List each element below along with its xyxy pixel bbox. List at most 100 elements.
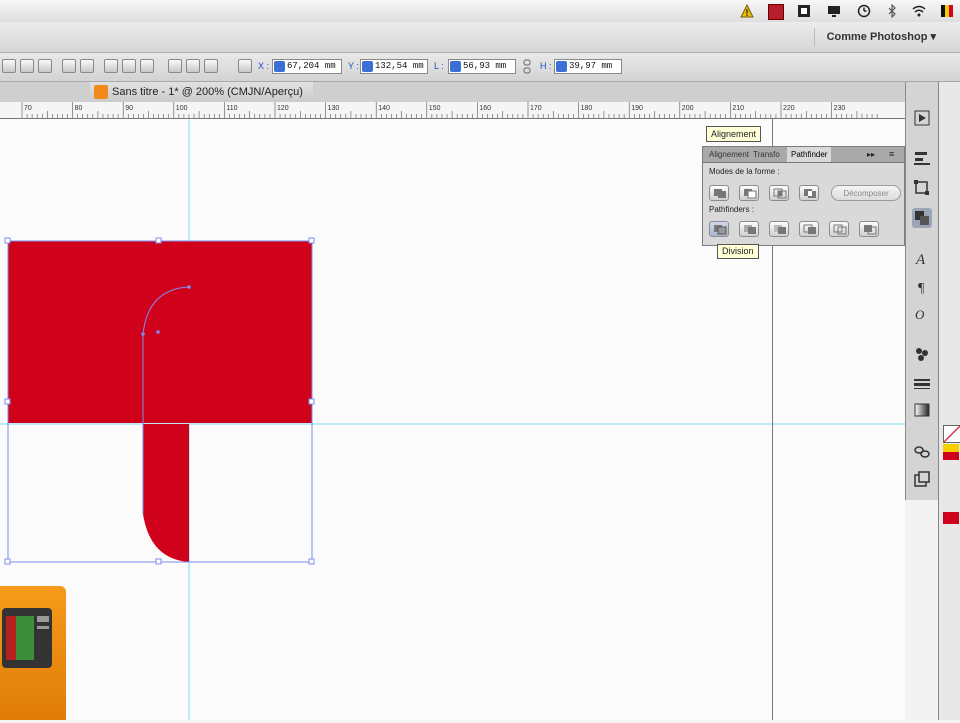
- height-value: 39,97 mm: [569, 61, 613, 71]
- flag-icon[interactable]: [940, 4, 954, 18]
- y-field[interactable]: 132,54 mm: [360, 59, 428, 74]
- unite-button[interactable]: [709, 185, 729, 201]
- svg-text:A: A: [915, 252, 926, 268]
- minus-back-button[interactable]: [859, 221, 879, 237]
- width-value: 56,93 mm: [463, 61, 507, 71]
- ruler-tick-label: 230: [834, 105, 846, 112]
- ruler-tick-label: 70: [24, 105, 32, 112]
- pathfinder-panel: Alignement Transfo Pathfinder ▸▸ ≡ Modes…: [702, 146, 905, 246]
- anchor-point[interactable]: [156, 330, 160, 334]
- channel-logo: [0, 586, 66, 720]
- ruler-tick-label: 150: [429, 105, 441, 112]
- width-field[interactable]: 56,93 mm: [448, 59, 516, 74]
- distribute-middle-button[interactable]: [140, 59, 154, 73]
- artboards-panel-icon[interactable]: [912, 470, 932, 490]
- document-tab-bar: Sans titre - 1* @ 200% (CMJN/Aperçu): [0, 82, 905, 103]
- tv-logo-icon: [2, 608, 52, 668]
- time-machine-icon[interactable]: [857, 4, 871, 18]
- character-panel-icon[interactable]: A: [912, 248, 932, 268]
- alignment-tooltip: Alignement: [706, 126, 762, 142]
- distribute-left-button[interactable]: [168, 59, 182, 73]
- red-rounded-shape[interactable]: [143, 424, 189, 562]
- constrain-proportions-icon[interactable]: [522, 59, 532, 74]
- ruler-tick-label: 160: [479, 105, 491, 112]
- ruler-tick-label: 140: [378, 105, 390, 112]
- workspace-bar: Comme Photoshop ▾: [0, 22, 960, 53]
- opentype-panel-icon[interactable]: O: [912, 304, 932, 324]
- width-stepper-icon[interactable]: [450, 61, 461, 72]
- wifi-icon[interactable]: [912, 4, 926, 18]
- x-field[interactable]: 67,204 mm: [272, 59, 342, 74]
- horizontal-ruler[interactable]: 70 80 90 100 110 120 130 140 150 160 170 180 190 200 2…: [0, 102, 905, 119]
- document-title: Sans titre - 1* @ 200% (CMJN/Aperçu): [112, 86, 303, 98]
- bluetooth-icon[interactable]: [885, 4, 899, 18]
- symbols-panel-icon[interactable]: [912, 344, 932, 364]
- control-bar: X : 67,204 mm Y : 132,54 mm L : 56,93 mm…: [0, 53, 960, 82]
- ruler-tick-label: 170: [530, 105, 542, 112]
- exclude-button[interactable]: [799, 185, 819, 201]
- panel-icons-strip: A ¶ O: [905, 82, 939, 500]
- pathfinder-panel-tabs: Alignement Transfo Pathfinder ▸▸ ≡: [703, 147, 904, 163]
- anchor-point[interactable]: [187, 285, 191, 289]
- ruler-ticks: 70 80 90 100 110 120 130 140 150 160 170 180 190 200 2…: [21, 102, 878, 118]
- tab-pathfinder[interactable]: Pathfinder: [787, 147, 832, 162]
- paragraph-panel-icon[interactable]: ¶: [912, 276, 932, 296]
- outline-button[interactable]: [829, 221, 849, 237]
- divide-button[interactable]: [709, 221, 729, 237]
- y-stepper-icon[interactable]: [362, 61, 373, 72]
- anchor-point[interactable]: [141, 332, 145, 336]
- distribute-right-button[interactable]: [204, 59, 218, 73]
- gradient-panel-icon[interactable]: [912, 400, 932, 420]
- links-panel-icon[interactable]: [912, 442, 932, 462]
- y-value: 132,54 mm: [375, 61, 424, 71]
- workspace-switcher[interactable]: Comme Photoshop ▾: [813, 28, 942, 46]
- align-top-button[interactable]: [62, 59, 76, 73]
- panel-collapse-icon[interactable]: ▸▸: [867, 150, 875, 159]
- dropbox-icon[interactable]: [797, 4, 811, 18]
- intersect-button[interactable]: [769, 185, 789, 201]
- expand-button[interactable]: Décomposer: [831, 185, 901, 201]
- height-label: H :: [540, 61, 552, 71]
- align-right-button[interactable]: [38, 59, 52, 73]
- tab-alignment[interactable]: Alignement: [705, 147, 753, 162]
- actions-icon[interactable]: [912, 108, 932, 128]
- illustrator-doc-icon: [94, 85, 108, 99]
- warning-icon[interactable]: [740, 4, 754, 18]
- align-middle-button[interactable]: [80, 59, 94, 73]
- red-swatch[interactable]: [943, 452, 959, 460]
- merge-button[interactable]: [769, 221, 789, 237]
- align-left-button[interactable]: [2, 59, 16, 73]
- pathfinder-panel-icon[interactable]: [912, 208, 932, 228]
- red-rectangle-shape[interactable]: [8, 241, 312, 423]
- screen-icon[interactable]: [827, 4, 841, 18]
- crop-button[interactable]: [799, 221, 819, 237]
- reference-point-icon[interactable]: [238, 59, 252, 73]
- align-panel-icon[interactable]: [912, 148, 932, 168]
- ruler-tick-label: 110: [226, 105, 237, 112]
- document-tab[interactable]: Sans titre - 1* @ 200% (CMJN/Aperçu): [90, 82, 313, 102]
- minus-front-button[interactable]: [739, 185, 759, 201]
- panel-menu-icon[interactable]: ≡: [889, 149, 894, 159]
- ruler-tick-label: 90: [125, 105, 133, 112]
- none-swatch-icon[interactable]: [943, 425, 960, 443]
- yellow-swatch[interactable]: [943, 444, 959, 452]
- x-stepper-icon[interactable]: [274, 61, 285, 72]
- height-field[interactable]: 39,97 mm: [554, 59, 622, 74]
- x-label: X :: [258, 61, 270, 71]
- ruler-tick-label: 200: [682, 105, 694, 112]
- trim-button[interactable]: [739, 221, 759, 237]
- tab-transform[interactable]: Transfo: [749, 147, 784, 162]
- red-square-icon[interactable]: [768, 4, 784, 20]
- pathfinders-label: Pathfinders :: [709, 205, 754, 214]
- align-center-button[interactable]: [20, 59, 34, 73]
- height-stepper-icon[interactable]: [556, 61, 567, 72]
- shape-modes-label: Modes de la forme :: [709, 167, 780, 176]
- distribute-top-button[interactable]: [122, 59, 136, 73]
- stroke-panel-icon[interactable]: [912, 374, 932, 394]
- distribute-center-button[interactable]: [186, 59, 200, 73]
- ruler-tick-label: 180: [581, 105, 593, 112]
- width-label: L :: [434, 61, 444, 71]
- align-bottom-button[interactable]: [104, 59, 118, 73]
- fill-color-swatch[interactable]: [943, 512, 959, 524]
- transform-panel-icon[interactable]: [912, 178, 932, 198]
